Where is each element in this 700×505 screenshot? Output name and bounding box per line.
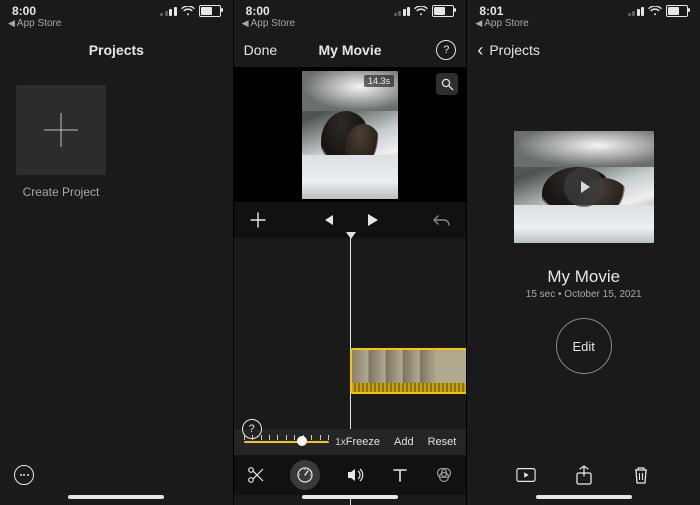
detail-toolbar bbox=[467, 453, 700, 495]
clock: 8:00 bbox=[12, 4, 36, 18]
undo-button[interactable] bbox=[432, 210, 452, 230]
reset-speed-button[interactable]: Reset bbox=[428, 436, 457, 448]
video-clip[interactable] bbox=[350, 348, 466, 394]
edit-button[interactable]: Edit bbox=[556, 318, 612, 374]
battery-icon bbox=[199, 5, 221, 17]
clock: 8:01 bbox=[479, 4, 503, 18]
back-label: Projects bbox=[489, 42, 540, 58]
titles-tool-icon[interactable] bbox=[390, 465, 410, 485]
home-indicator[interactable] bbox=[68, 495, 164, 499]
project-thumbnail[interactable] bbox=[514, 131, 654, 243]
screen-projects-list: 8:00 ◀App Store Projects Create Project bbox=[0, 0, 234, 505]
cellular-icon bbox=[160, 7, 177, 16]
add-media-button[interactable] bbox=[248, 210, 268, 230]
wifi-icon bbox=[181, 6, 195, 16]
status-bar: 8:00 bbox=[0, 0, 233, 18]
nav-bar: Projects bbox=[0, 33, 233, 67]
create-project-label: Create Project bbox=[16, 185, 106, 199]
done-button[interactable]: Done bbox=[244, 42, 277, 58]
volume-tool-icon[interactable] bbox=[345, 465, 365, 485]
play-icon bbox=[564, 167, 604, 207]
back-button[interactable]: ‹ Projects bbox=[477, 33, 540, 67]
return-to-app-store[interactable]: ◀App Store bbox=[0, 18, 233, 33]
speed-slider[interactable] bbox=[244, 438, 330, 446]
speed-tool-icon[interactable] bbox=[290, 460, 320, 490]
battery-icon bbox=[432, 5, 454, 17]
status-bar: 8:00 bbox=[234, 0, 467, 18]
screen-project-detail: 8:01 ◀App Store ‹ Projects bbox=[467, 0, 700, 505]
filters-tool-icon[interactable] bbox=[434, 465, 454, 485]
home-indicator[interactable] bbox=[302, 495, 398, 499]
video-preview: 14.3s bbox=[302, 71, 398, 199]
clock: 8:00 bbox=[246, 4, 270, 18]
cellular-icon bbox=[394, 7, 411, 16]
home-indicator[interactable] bbox=[536, 495, 632, 499]
page-title: My Movie bbox=[319, 42, 382, 58]
battery-icon bbox=[666, 5, 688, 17]
help-button[interactable]: ? bbox=[242, 419, 262, 439]
nav-bar: ‹ Projects bbox=[467, 33, 700, 67]
freeze-button[interactable]: Freeze bbox=[346, 436, 380, 448]
play-button[interactable] bbox=[362, 210, 382, 230]
nav-bar: Done My Movie ? bbox=[234, 33, 467, 67]
speed-value: 1x bbox=[335, 437, 346, 448]
wifi-icon bbox=[648, 6, 662, 16]
split-tool-icon[interactable] bbox=[246, 465, 266, 485]
play-overlay[interactable] bbox=[514, 131, 654, 243]
delete-button[interactable] bbox=[631, 465, 651, 485]
status-bar: 8:01 bbox=[467, 0, 700, 18]
preview-area[interactable]: 14.3s bbox=[234, 67, 467, 202]
skip-back-button[interactable] bbox=[318, 210, 338, 230]
zoom-button[interactable] bbox=[436, 73, 458, 95]
share-button[interactable] bbox=[574, 465, 594, 485]
project-title: My Movie bbox=[547, 267, 620, 287]
wifi-icon bbox=[414, 6, 428, 16]
tool-icons-bar: ? bbox=[234, 455, 467, 495]
help-button[interactable]: ? bbox=[436, 40, 456, 60]
chevron-left-icon: ‹ bbox=[477, 41, 483, 59]
page-title: Projects bbox=[89, 42, 144, 58]
timecode-badge: 14.3s bbox=[364, 75, 394, 87]
create-project-tile[interactable] bbox=[16, 85, 106, 175]
more-button[interactable] bbox=[14, 465, 34, 485]
return-to-app-store[interactable]: ◀App Store bbox=[234, 18, 467, 33]
play-fullscreen-button[interactable] bbox=[516, 465, 536, 485]
project-meta: 15 sec • October 15, 2021 bbox=[526, 289, 642, 300]
screen-editor: 8:00 ◀App Store Done My Movie ? bbox=[234, 0, 468, 505]
plus-icon bbox=[44, 113, 78, 147]
cellular-icon bbox=[628, 7, 645, 16]
return-to-app-store[interactable]: ◀App Store bbox=[467, 18, 700, 33]
speed-control-bar: 1x Freeze Add Reset bbox=[234, 429, 467, 455]
add-freeze-button[interactable]: Add bbox=[394, 436, 414, 448]
